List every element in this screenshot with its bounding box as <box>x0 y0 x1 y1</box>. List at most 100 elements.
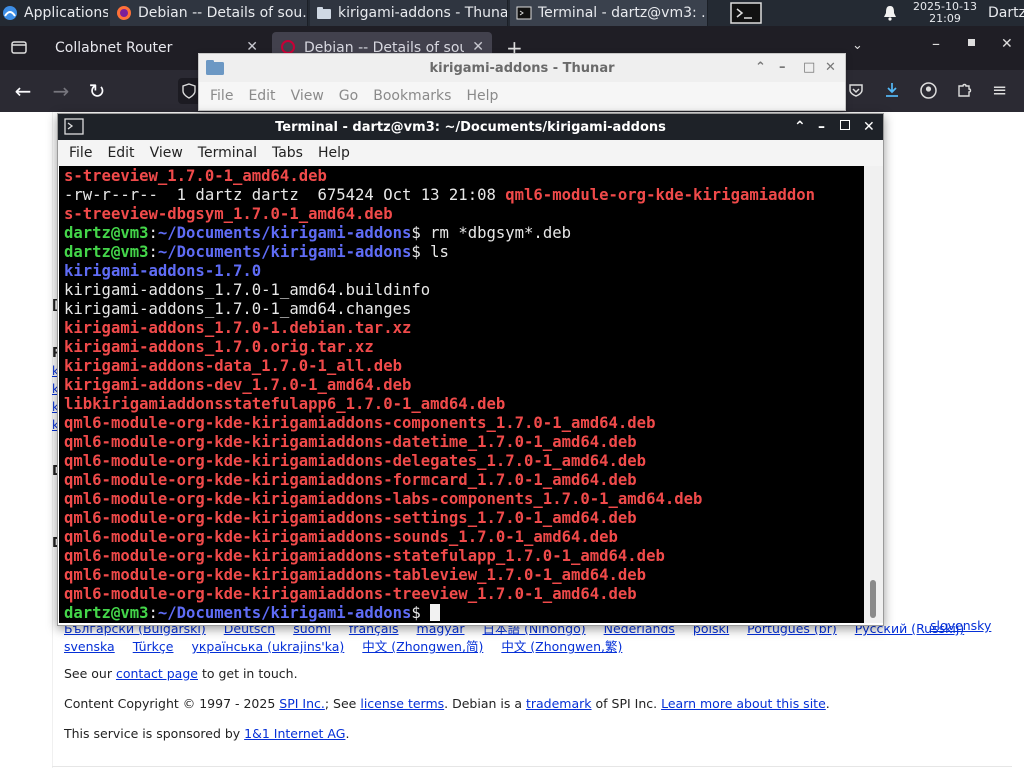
notification-bell-icon[interactable] <box>880 0 900 26</box>
minimize-icon[interactable]: – <box>818 119 825 135</box>
reload-icon[interactable]: ↻ <box>84 78 110 104</box>
menu-file[interactable]: File <box>69 145 92 161</box>
menu-view[interactable]: View <box>150 145 183 161</box>
language-link[interactable]: svenska <box>64 639 115 654</box>
taskbar-item-firefox[interactable]: Debian -- Details of sou... <box>110 0 308 26</box>
taskbar-item-terminal[interactable]: Terminal - dartz@vm3: ... <box>510 0 708 26</box>
language-link[interactable]: 中文 (Zhongwen,繁) <box>501 639 622 654</box>
shield-icon <box>182 83 196 99</box>
folder-icon <box>206 60 224 75</box>
applications-menu-button[interactable]: Applications ≡ <box>0 0 108 26</box>
language-links-row-2: svenska Türkçe українська (ukrajins'ka) … <box>64 636 636 655</box>
minimize-icon[interactable]: – <box>779 60 786 75</box>
language-link[interactable]: українська (ukrajins'ka) <box>191 639 344 654</box>
menu-edit[interactable]: Edit <box>248 88 275 104</box>
thunar-window: kirigami-addons - Thunar ⌃ – □ ✕ File Ed… <box>198 53 846 111</box>
language-link-slovensky-wrapper: slovensky <box>930 618 991 633</box>
extensions-icon[interactable] <box>956 82 972 102</box>
taskbar-item-label: Terminal - dartz@vm3: ... <box>538 5 708 21</box>
menu-tabs[interactable]: Tabs <box>272 145 303 161</box>
prompt-user: dartz@vm3 <box>64 224 149 242</box>
menu-file[interactable]: File <box>210 88 233 104</box>
prompt-path: ~/Documents/kirigami-addons <box>157 604 412 622</box>
file-entry: qml6-module-org-kde-kirigamiaddons-sound… <box>64 528 618 546</box>
trademark-link[interactable]: trademark <box>526 696 592 711</box>
close-window-icon[interactable]: ✕ <box>1001 36 1013 52</box>
menu-go[interactable]: Go <box>339 88 358 104</box>
back-arrow-icon[interactable]: ← <box>10 78 36 104</box>
footer-divider <box>52 766 1012 767</box>
menu-edit[interactable]: Edit <box>107 145 134 161</box>
command-text <box>421 604 430 622</box>
menu-help[interactable]: Help <box>318 145 350 161</box>
prompt-path: ~/Documents/kirigami-addons <box>157 243 412 261</box>
user-menu-button[interactable]: Dartz <box>988 0 1024 26</box>
terminal-line: kirigami-addons_1.7.0-1_amd64.buildinfo <box>64 281 864 300</box>
contact-page-link[interactable]: contact page <box>116 666 198 681</box>
downloads-icon[interactable] <box>884 82 900 102</box>
terminal-cursor <box>430 604 441 621</box>
file-entry: qml6-module-org-kde-kirigamiaddons-state… <box>64 547 665 565</box>
account-icon[interactable] <box>920 82 937 103</box>
panel-clock[interactable]: 2025-10-13 21:09 <box>902 1 988 25</box>
minimize-icon[interactable]: – <box>932 34 940 53</box>
license-terms-link[interactable]: license terms <box>360 696 444 711</box>
language-link[interactable]: Türkçe <box>133 639 174 654</box>
menu-terminal[interactable]: Terminal <box>198 145 257 161</box>
terminal-line: qml6-module-org-kde-kirigamiaddons-datet… <box>64 433 864 452</box>
tab-overview-icon[interactable] <box>10 38 30 58</box>
applications-label: Applications <box>24 5 108 21</box>
language-link[interactable]: 中文 (Zhongwen,简) <box>362 639 483 654</box>
terminal-line: kirigami-addons_1.7.0.orig.tar.xz <box>64 338 864 357</box>
learn-more-link[interactable]: Learn more about this site <box>661 696 826 711</box>
hamburger-menu-icon[interactable]: ≡ <box>992 80 1007 101</box>
pocket-icon[interactable] <box>848 82 864 102</box>
contact-prefix: See our <box>64 666 116 681</box>
terminal-line: kirigami-addons-1.7.0 <box>64 262 864 281</box>
menu-bookmarks[interactable]: Bookmarks <box>373 88 451 104</box>
thunar-title-bar[interactable]: kirigami-addons - Thunar ⌃ – □ ✕ <box>199 54 845 82</box>
terminal-line: kirigami-addons_1.7.0-1.debian.tar.xz <box>64 319 864 338</box>
taskbar-item-thunar[interactable]: kirigami-addons - Thunar <box>310 0 508 26</box>
show-desktop-button[interactable] <box>729 0 763 26</box>
terminal-output[interactable]: s-treeview_1.7.0-1_amd64.deb -rw-r--r-- 1… <box>59 166 864 623</box>
language-link[interactable]: slovensky <box>930 618 991 633</box>
scrollbar-thumb[interactable] <box>870 580 876 618</box>
file-entry: qml6-module-org-kde-kirigamiaddon <box>505 186 816 204</box>
close-icon[interactable]: ✕ <box>863 119 875 135</box>
menu-help[interactable]: Help <box>466 88 498 104</box>
roll-up-chevron-up-icon[interactable]: ⌃ <box>755 60 766 75</box>
spi-link[interactable]: SPI Inc. <box>279 696 325 711</box>
list-all-tabs-chevron-down-icon[interactable]: ⌄ <box>852 38 863 53</box>
url-bar[interactable] <box>178 78 198 104</box>
file-entry: kirigami-addons_1.7.0-1_amd64.buildinfo <box>64 281 431 299</box>
roll-up-chevron-up-icon[interactable]: ⌃ <box>794 119 806 135</box>
terminal-line: kirigami-addons-dev_1.7.0-1_amd64.deb <box>64 376 864 395</box>
file-entry: qml6-module-org-kde-kirigamiaddons-datet… <box>64 433 637 451</box>
maximize-icon[interactable] <box>968 39 975 46</box>
file-entry: qml6-module-org-kde-kirigamiaddons-compo… <box>64 414 656 432</box>
user-label: Dartz <box>988 5 1024 21</box>
terminal-menu-bar: File Edit View Terminal Tabs Help <box>58 140 883 166</box>
terminal-line: qml6-module-org-kde-kirigamiaddons-labs-… <box>64 490 864 509</box>
forward-arrow-icon[interactable]: → <box>48 78 74 104</box>
maximize-icon[interactable] <box>840 120 850 130</box>
terminal-title-bar[interactable]: Terminal - dartz@vm3: ~/Documents/kiriga… <box>58 114 883 140</box>
file-entry: qml6-module-org-kde-kirigamiaddons-labs-… <box>64 490 703 508</box>
terminal-icon <box>516 6 532 20</box>
page-left-border <box>52 112 53 768</box>
file-entry: qml6-module-org-kde-kirigamiaddons-formc… <box>64 471 637 489</box>
terminal-line: qml6-module-org-kde-kirigamiaddons-formc… <box>64 471 864 490</box>
terminal-window: Terminal - dartz@vm3: ~/Documents/kiriga… <box>57 113 884 626</box>
menu-view[interactable]: View <box>291 88 324 104</box>
folder-icon <box>317 7 331 19</box>
close-icon[interactable]: ✕ <box>825 60 836 75</box>
copyright-prefix: Content Copyright © 1997 - 2025 <box>64 696 280 711</box>
command-text: rm *dbgsym*.deb <box>420 224 571 242</box>
file-entry: kirigami-addons_1.7.0-1_amd64.changes <box>64 300 412 318</box>
sponsor-link[interactable]: 1&1 Internet AG <box>244 726 345 741</box>
terminal-scrollbar[interactable] <box>864 166 883 623</box>
maximize-icon[interactable]: □ <box>803 60 815 75</box>
terminal-line: qml6-module-org-kde-kirigamiaddons-deleg… <box>64 452 864 471</box>
file-entry: s-treeview-dbgsym_1.7.0-1_amd64.deb <box>64 205 393 223</box>
